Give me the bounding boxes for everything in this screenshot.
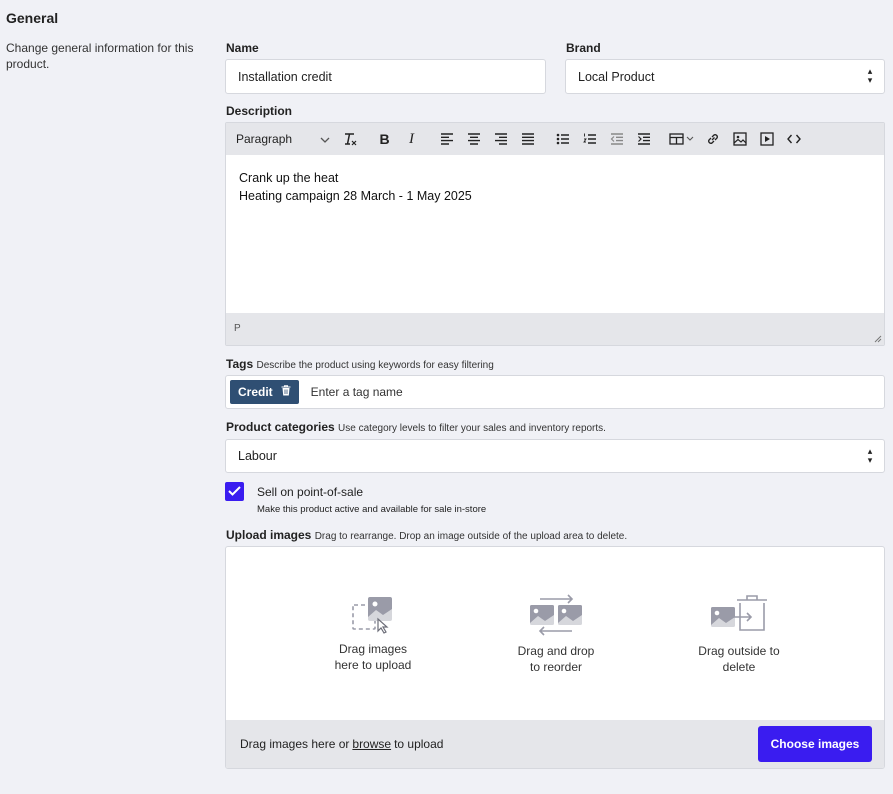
editor-line: Crank up the heat bbox=[239, 171, 339, 185]
name-input[interactable] bbox=[238, 69, 533, 84]
categories-label: Product categories Use category levels t… bbox=[226, 420, 606, 434]
clear-format-icon[interactable] bbox=[336, 127, 363, 151]
tag-chip-label: Credit bbox=[238, 385, 273, 399]
upload-step-text: to reorder bbox=[529, 660, 583, 674]
align-justify-icon[interactable] bbox=[514, 127, 541, 151]
upload-footer-suffix: to upload bbox=[394, 737, 444, 751]
bold-icon[interactable]: B bbox=[371, 127, 398, 151]
outdent-icon[interactable] bbox=[603, 127, 630, 151]
categories-hint: Use category levels to filter your sales… bbox=[338, 423, 606, 434]
indent-icon[interactable] bbox=[630, 127, 657, 151]
code-icon[interactable] bbox=[780, 127, 807, 151]
editor-toolbar: Paragraph B I bbox=[226, 123, 884, 155]
check-icon bbox=[228, 483, 241, 501]
media-icon[interactable] bbox=[753, 127, 780, 151]
pos-sublabel: Make this product active and available f… bbox=[257, 504, 487, 515]
categories-select[interactable]: Labour ▴ ▾ bbox=[225, 439, 885, 473]
tag-chip[interactable]: Credit bbox=[230, 380, 299, 404]
italic-icon[interactable]: I bbox=[398, 127, 425, 151]
tag-field[interactable]: Credit Enter a tag name bbox=[225, 375, 885, 409]
align-left-icon[interactable] bbox=[433, 127, 460, 151]
upload-step-reorder: Drag and drop to reorder bbox=[496, 593, 616, 675]
section-title: General bbox=[6, 10, 59, 26]
chevron-down-icon bbox=[320, 132, 330, 146]
select-arrows-icon: ▴ ▾ bbox=[867, 66, 873, 85]
tag-input[interactable]: Enter a tag name bbox=[311, 385, 403, 399]
brand-label: Brand bbox=[566, 41, 601, 55]
align-right-icon[interactable] bbox=[487, 127, 514, 151]
element-path[interactable]: P bbox=[234, 323, 241, 334]
pos-checkbox[interactable] bbox=[225, 482, 244, 501]
editor-line: Heating campaign 28 March - 1 May 2025 bbox=[239, 189, 472, 203]
name-field[interactable] bbox=[225, 59, 546, 94]
tags-label: Tags Describe the product using keywords… bbox=[226, 357, 494, 371]
format-select-value: Paragraph bbox=[236, 132, 293, 146]
table-icon[interactable] bbox=[665, 127, 699, 151]
upload-step-text: Drag and drop bbox=[517, 644, 595, 658]
rich-text-editor[interactable]: Paragraph B I Crank up the heat Heating … bbox=[225, 122, 885, 346]
trash-icon[interactable] bbox=[281, 385, 291, 399]
categories-label-text: Product categories bbox=[226, 420, 335, 434]
upload-footer-prefix: Drag images here or bbox=[240, 737, 350, 751]
editor-statusbar: P bbox=[226, 313, 884, 345]
description-label: Description bbox=[226, 104, 293, 118]
browse-link[interactable]: browse bbox=[352, 737, 391, 751]
drag-delete-icon bbox=[679, 593, 799, 637]
name-label: Name bbox=[226, 41, 259, 55]
editor-content[interactable]: Crank up the heat Heating campaign 28 Ma… bbox=[226, 155, 884, 313]
drag-upload-icon bbox=[313, 593, 433, 635]
tags-label-text: Tags bbox=[226, 357, 254, 371]
reorder-icon bbox=[496, 593, 616, 637]
upload-footer: Drag images here or browse to upload Cho… bbox=[226, 720, 884, 768]
upload-hint: Drag to rearrange. Drop an image outside… bbox=[314, 531, 628, 542]
choose-images-button[interactable]: Choose images bbox=[758, 726, 872, 762]
link-icon[interactable] bbox=[699, 127, 726, 151]
section-description: Change general information for this prod… bbox=[6, 41, 194, 71]
format-select[interactable]: Paragraph bbox=[236, 132, 336, 146]
brand-value: Local Product bbox=[578, 69, 655, 84]
image-icon[interactable] bbox=[726, 127, 753, 151]
align-center-icon[interactable] bbox=[460, 127, 487, 151]
numbered-list-icon[interactable] bbox=[576, 127, 603, 151]
tags-hint: Describe the product using keywords for … bbox=[256, 360, 494, 371]
upload-step-text: Drag outside to bbox=[698, 644, 780, 658]
upload-step-text: here to upload bbox=[334, 658, 412, 672]
upload-label: Upload images Drag to rearrange. Drop an… bbox=[226, 528, 627, 542]
upload-step-text: Drag images bbox=[338, 642, 408, 656]
upload-step-delete: Drag outside to delete bbox=[679, 593, 799, 675]
upload-label-text: Upload images bbox=[226, 528, 312, 542]
categories-value: Labour bbox=[238, 449, 277, 463]
upload-step-drag: Drag images here to upload bbox=[313, 593, 433, 673]
pos-label[interactable]: Sell on point-of-sale bbox=[257, 485, 363, 499]
resize-handle-icon[interactable] bbox=[874, 335, 882, 343]
brand-select[interactable]: Local Product ▴ ▾ bbox=[565, 59, 885, 94]
upload-dropzone[interactable]: Drag images here to upload Drag and drop… bbox=[225, 546, 885, 769]
select-arrows-icon: ▴ ▾ bbox=[867, 446, 873, 465]
bullet-list-icon[interactable] bbox=[549, 127, 576, 151]
upload-step-text: delete bbox=[722, 660, 756, 674]
